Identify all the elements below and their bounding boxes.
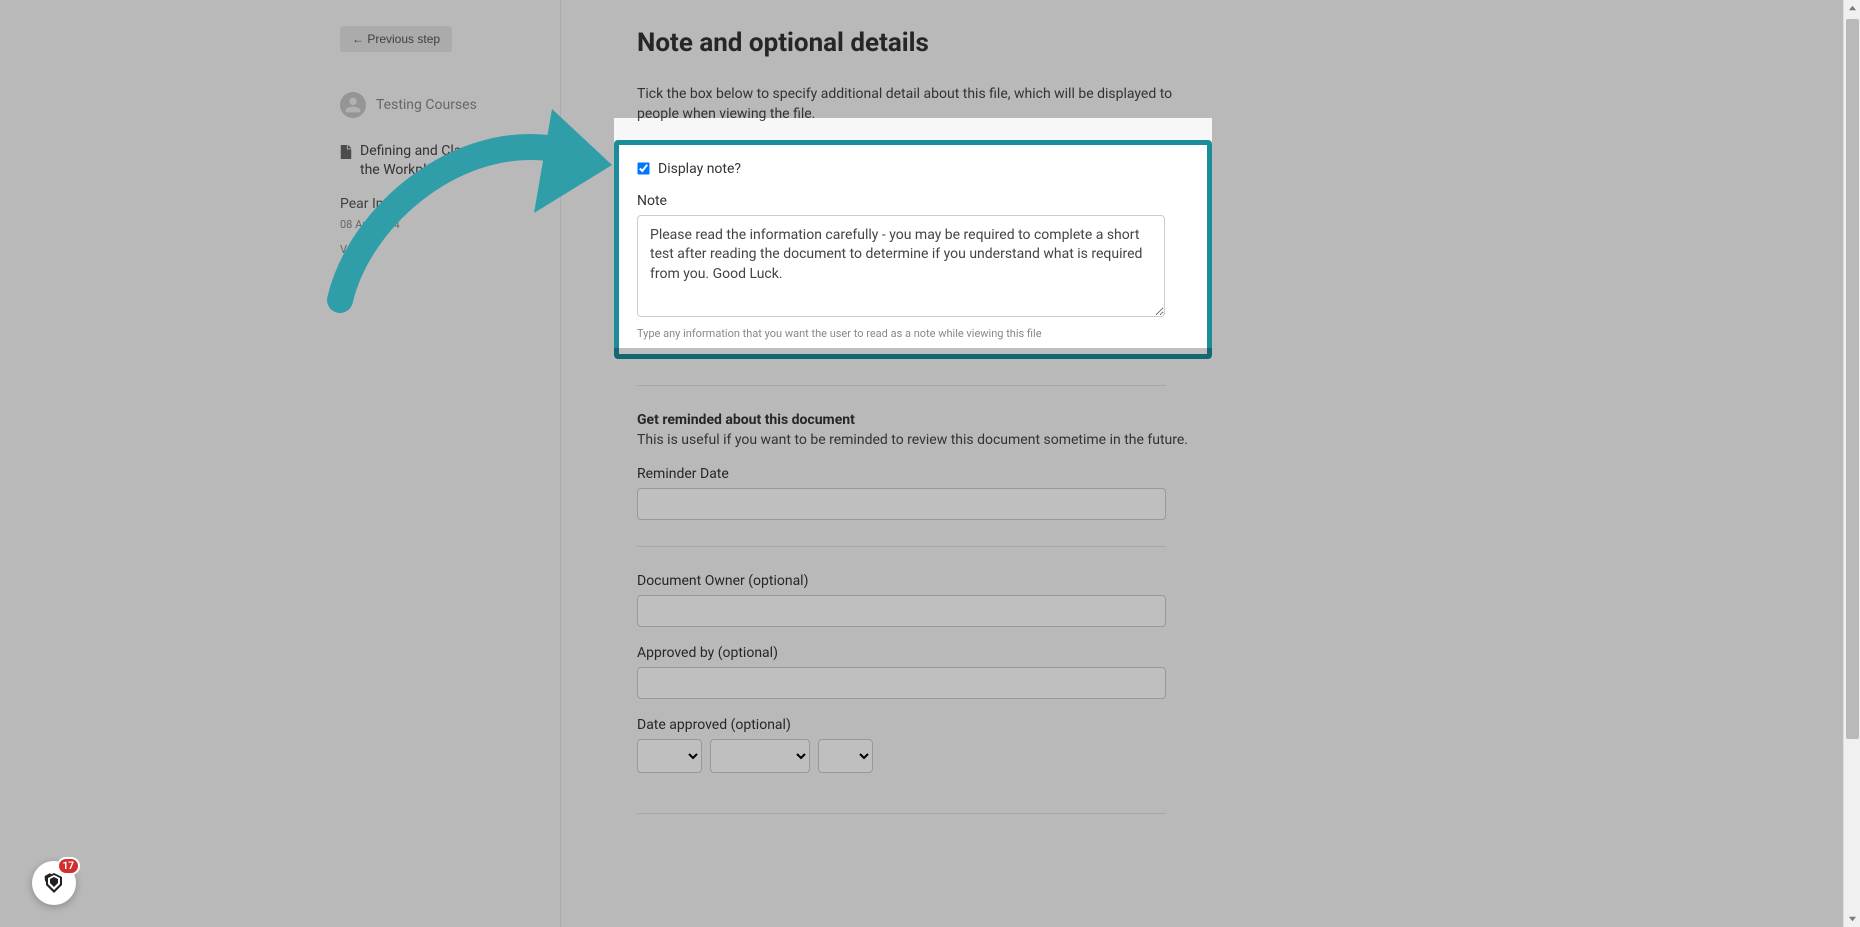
note-textarea[interactable] xyxy=(637,215,1165,317)
reminder-section-title: Get reminded about this document xyxy=(637,412,1212,428)
note-field-label: Note xyxy=(637,193,1189,209)
page-title: Note and optional details xyxy=(637,28,1212,58)
divider xyxy=(637,546,1166,547)
note-helper-text: Type any information that you want the u… xyxy=(637,327,1189,340)
scrollbar-thumb[interactable] xyxy=(1846,19,1859,739)
approved-by-input[interactable] xyxy=(637,667,1166,699)
document-version: V0.1 xyxy=(340,243,560,256)
file-icon xyxy=(340,144,352,163)
doc-owner-input[interactable] xyxy=(637,595,1166,627)
chat-badge-count: 17 xyxy=(57,857,80,875)
date-approved-month-select[interactable] xyxy=(710,739,810,773)
intro-text: Tick the box below to specify additional… xyxy=(637,84,1212,125)
doc-owner-label: Document Owner (optional) xyxy=(637,573,1212,589)
vertical-divider xyxy=(560,0,561,927)
reminder-date-input[interactable] xyxy=(637,488,1166,520)
date-approved-year-select[interactable] xyxy=(818,739,873,773)
user-avatar-icon xyxy=(340,92,366,118)
scroll-down-button[interactable] xyxy=(1844,910,1860,927)
company-name: Pear Inc. xyxy=(340,196,560,212)
approved-by-label: Approved by (optional) xyxy=(637,645,1212,661)
reminder-section-desc: This is useful if you want to be reminde… xyxy=(637,432,1212,448)
scroll-up-button[interactable] xyxy=(1844,0,1860,17)
previous-step-button[interactable]: ← Previous step xyxy=(340,26,452,52)
date-approved-day-select[interactable] xyxy=(637,739,702,773)
divider xyxy=(637,385,1166,386)
scrollbar[interactable] xyxy=(1843,0,1860,927)
reminder-date-label: Reminder Date xyxy=(637,466,1212,482)
date-approved-label: Date approved (optional) xyxy=(637,717,1212,733)
document-title: Defining and Classifying AI in the Workp… xyxy=(360,142,560,180)
document-date: 08 Apr 2024 xyxy=(340,218,560,231)
chat-widget-button[interactable]: 17 xyxy=(32,861,76,905)
display-note-label[interactable]: Display note? xyxy=(658,161,741,177)
display-note-checkbox[interactable] xyxy=(637,162,649,174)
note-highlight-box: Display note? Note Type any information … xyxy=(614,140,1212,359)
divider xyxy=(637,813,1166,814)
user-name: Testing Courses xyxy=(376,97,477,113)
